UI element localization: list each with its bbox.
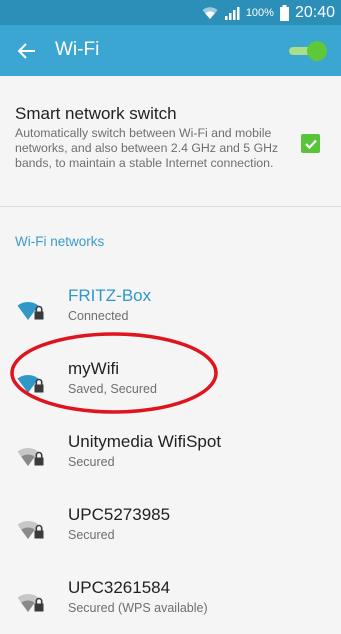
smart-switch-title: Smart network switch bbox=[15, 104, 177, 123]
network-status: Secured (WPS available) bbox=[68, 601, 208, 615]
wifi-lock-icon bbox=[17, 588, 49, 614]
network-name: FRITZ-Box bbox=[68, 286, 152, 305]
wifi-lock-icon bbox=[17, 442, 49, 468]
smart-network-switch-row[interactable]: Smart network switch Automatically switc… bbox=[0, 76, 341, 206]
status-bar: 100% 20:40 bbox=[0, 0, 341, 25]
wifi-networks-heading: Wi-Fi networks bbox=[15, 234, 105, 249]
wifi-signal-icon bbox=[202, 6, 218, 20]
highlight-ellipse bbox=[10, 332, 218, 414]
arrow-back-icon bbox=[17, 43, 35, 59]
smart-switch-description: Automatically switch between Wi-Fi and m… bbox=[15, 126, 279, 170]
network-name: UPC5273985 bbox=[68, 505, 171, 524]
smart-switch-checkbox[interactable] bbox=[301, 134, 320, 153]
back-button[interactable] bbox=[14, 38, 40, 64]
page-title: Wi-Fi bbox=[55, 39, 100, 60]
network-name: UPC3261584 bbox=[68, 578, 171, 597]
toggle-thumb bbox=[307, 41, 327, 61]
battery-percent: 100% bbox=[245, 6, 274, 19]
network-status: Connected bbox=[68, 309, 129, 323]
wifi-toggle[interactable] bbox=[287, 40, 327, 62]
divider bbox=[0, 206, 341, 207]
network-status: Secured bbox=[68, 455, 115, 469]
status-icons: 100% 20:40 bbox=[202, 0, 335, 25]
checkmark-icon bbox=[304, 139, 317, 149]
wifi-lock-icon bbox=[17, 296, 49, 322]
wifi-lock-icon bbox=[17, 515, 49, 541]
cell-signal-icon bbox=[224, 6, 240, 20]
app-bar: Wi-Fi bbox=[0, 25, 341, 76]
network-item-unitymedia-wifispot[interactable]: Unitymedia WifiSpot Secured bbox=[0, 418, 341, 488]
network-status: Secured bbox=[68, 528, 115, 542]
network-item-upc3261584[interactable]: UPC3261584 Secured (WPS available) bbox=[0, 564, 341, 634]
clock: 20:40 bbox=[294, 3, 335, 21]
network-name: Unitymedia WifiSpot bbox=[68, 432, 222, 451]
network-item-upc5273985[interactable]: UPC5273985 Secured bbox=[0, 491, 341, 561]
battery-icon bbox=[279, 4, 289, 21]
